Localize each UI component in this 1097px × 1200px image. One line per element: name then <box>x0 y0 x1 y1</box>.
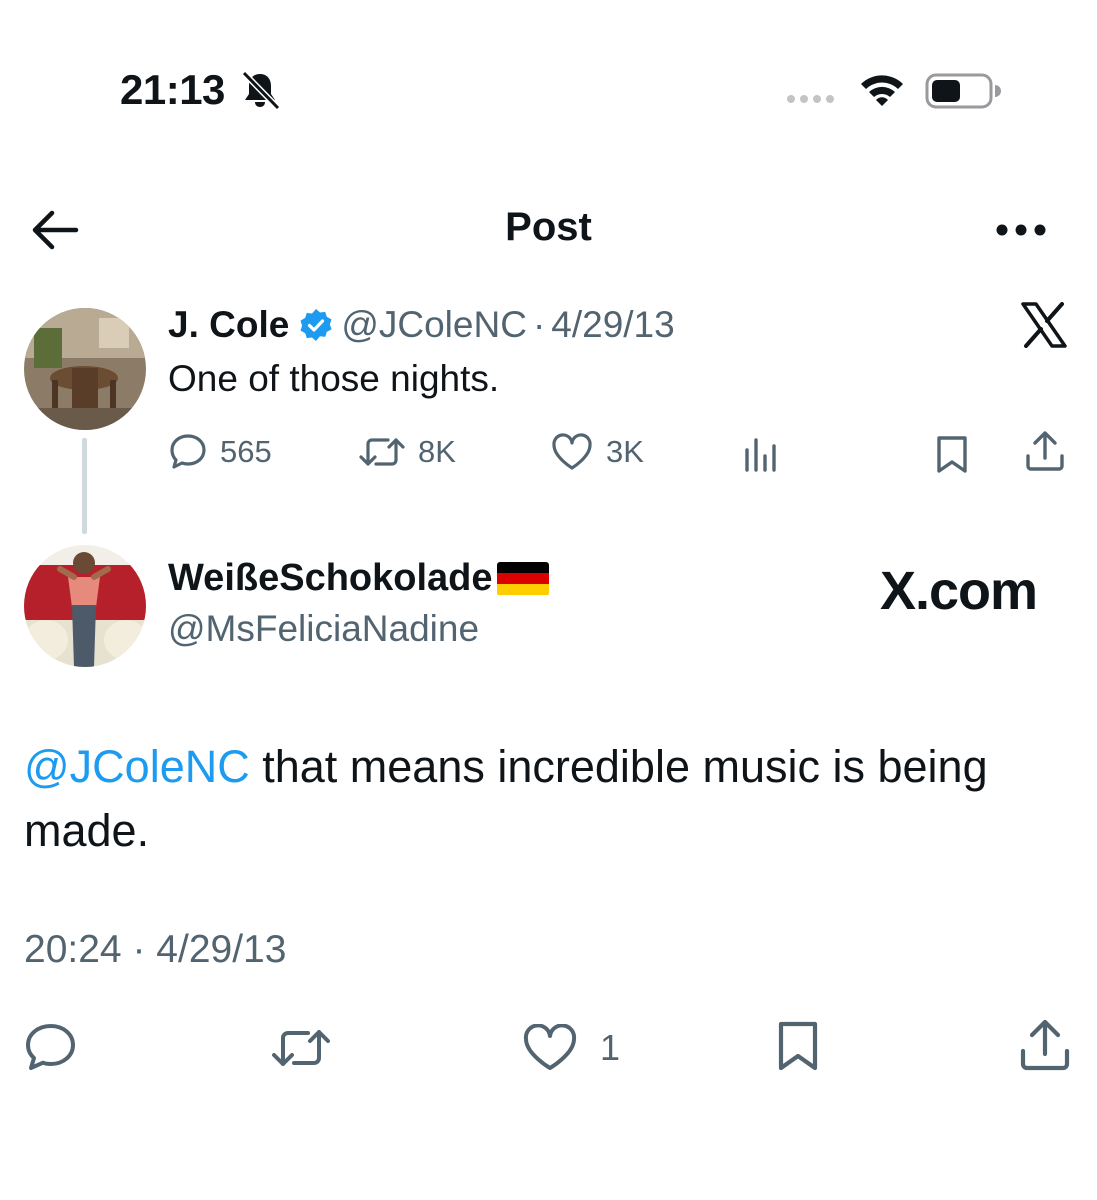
repost-button[interactable]: 8K <box>358 432 456 472</box>
mention-link[interactable]: @JColeNC <box>24 741 250 792</box>
thread-line <box>82 438 87 534</box>
like-icon <box>522 1024 578 1072</box>
x-logo-icon <box>1020 302 1068 348</box>
like-count: 3K <box>606 434 644 469</box>
avatar[interactable] <box>24 308 146 430</box>
author-handle[interactable]: @JColeNC <box>341 304 527 346</box>
like-icon <box>550 432 594 472</box>
separator-dot: · <box>132 928 146 971</box>
bell-slash-icon <box>238 70 282 110</box>
share-icon <box>1024 430 1066 472</box>
views-icon <box>743 436 781 472</box>
more-icon[interactable] <box>994 222 1048 238</box>
battery-icon <box>925 73 1001 109</box>
author-handle[interactable]: @MsFeliciaNadine <box>168 608 479 650</box>
share-button[interactable] <box>1024 430 1066 472</box>
like-count: 1 <box>600 1027 621 1068</box>
author-name[interactable]: WeißeSchokolade <box>168 557 493 600</box>
repost-button[interactable] <box>270 1024 332 1072</box>
post-date[interactable]: 4/29/13 <box>551 304 674 346</box>
repost-icon <box>270 1024 332 1072</box>
bookmark-icon <box>776 1020 820 1072</box>
page-title: Post <box>505 205 592 249</box>
post-time: 20:24 <box>24 928 122 971</box>
like-button[interactable]: 3K <box>550 432 644 472</box>
reply-count: 565 <box>220 434 272 469</box>
signal-icon <box>787 95 834 103</box>
repost-icon <box>358 432 406 472</box>
reply-text: @JColeNC that means incredible music is … <box>24 735 1064 863</box>
watermark-text: X.com <box>880 561 1038 621</box>
status-time: 21:13 <box>120 66 225 113</box>
repost-count: 8K <box>418 434 456 469</box>
reply-button[interactable]: 565 <box>168 432 272 472</box>
views-button[interactable] <box>743 436 781 472</box>
bookmark-icon <box>934 434 970 474</box>
post-timestamp[interactable]: 20:24 · 4/29/13 <box>24 928 286 972</box>
post-text: One of those nights. <box>168 358 500 399</box>
verified-badge-icon <box>299 308 333 342</box>
avatar[interactable] <box>24 545 146 667</box>
x-com-watermark: X.com <box>880 560 1038 622</box>
post-date: 4/29/13 <box>156 928 287 971</box>
reply-button[interactable] <box>24 1022 78 1072</box>
reply-icon <box>168 432 208 472</box>
like-button[interactable]: 1 <box>522 1024 620 1072</box>
bookmark-button[interactable] <box>934 434 970 474</box>
bookmark-button[interactable] <box>776 1020 820 1072</box>
share-icon <box>1018 1018 1072 1072</box>
post-header: J. Cole @JColeNC · 4/29/13 <box>168 304 675 346</box>
author-name[interactable]: J. Cole <box>168 304 289 346</box>
reply-icon <box>24 1022 78 1072</box>
separator-dot: · <box>532 304 546 345</box>
share-button[interactable] <box>1018 1018 1072 1072</box>
wifi-icon <box>858 72 906 108</box>
germany-flag-icon <box>496 561 549 596</box>
author-name-row: WeißeSchokolade <box>168 557 549 600</box>
